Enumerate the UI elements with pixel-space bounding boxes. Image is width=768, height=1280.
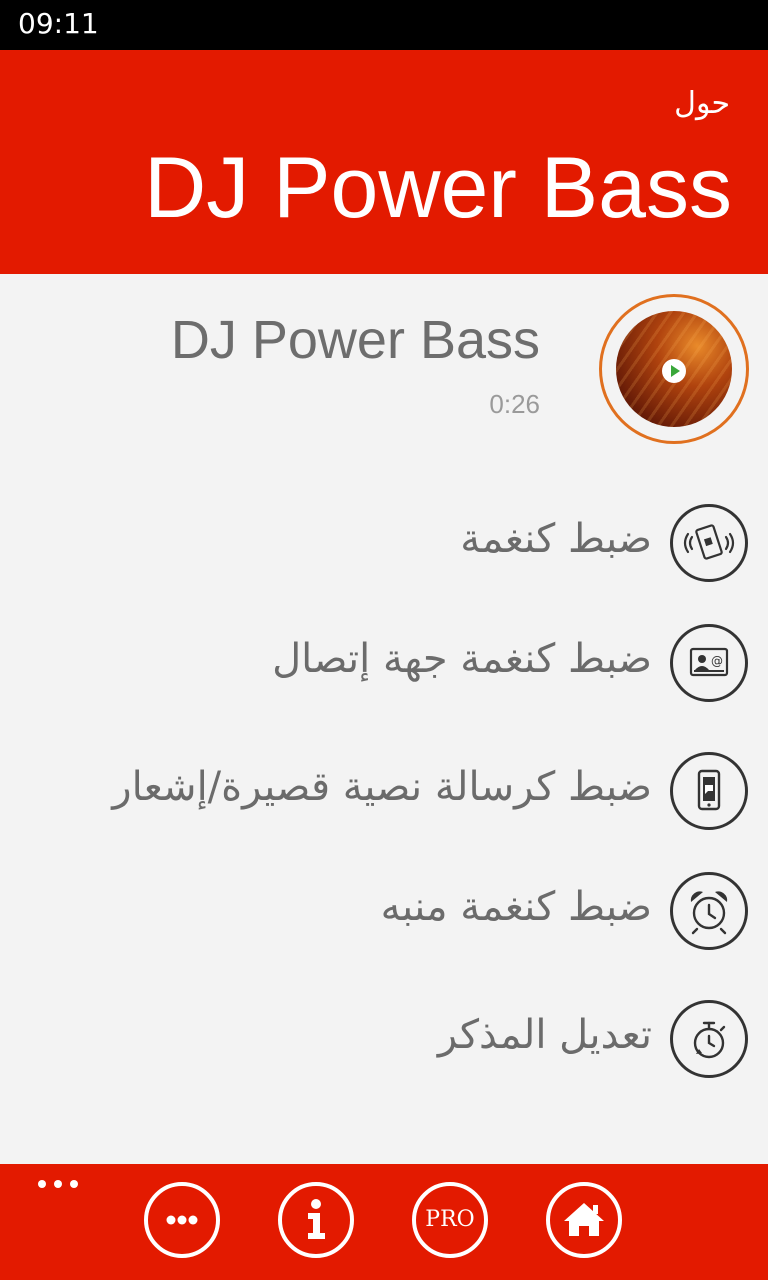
phone-message-icon [670, 752, 748, 830]
contact-card-icon: @ [670, 624, 748, 702]
home-icon [564, 1203, 604, 1236]
alarm-clock-icon [670, 872, 748, 950]
menu-item-contact-ringtone[interactable]: ضبط كنغمة جهة إتصال @ [0, 624, 768, 720]
page-title: DJ Power Bass [144, 140, 732, 236]
menu-item-sms-notification[interactable]: ضبط كرسالة نصية قصيرة/إشعار [0, 752, 768, 848]
menu-item-label: تعديل المذكر [437, 1012, 652, 1058]
menu-item-label: ضبط كنغمة منبه [380, 884, 652, 930]
pro-button[interactable]: PRO [412, 1182, 488, 1258]
status-bar: 09:11 [0, 0, 768, 50]
info-icon [308, 1199, 325, 1239]
more-icon [166, 1215, 198, 1225]
vibrating-phone-icon [670, 504, 748, 582]
more-button[interactable] [144, 1182, 220, 1258]
menu-item-label: ضبط كرسالة نصية قصيرة/إشعار [112, 764, 652, 810]
play-icon[interactable] [662, 359, 686, 383]
stopwatch-icon [670, 1000, 748, 1078]
info-button[interactable] [278, 1182, 354, 1258]
track-title: DJ Power Bass [170, 310, 540, 370]
svg-text:@: @ [711, 654, 723, 668]
menu-item-label: ضبط كنغمة جهة إتصال [272, 636, 652, 682]
pro-label: PRO [425, 1207, 475, 1232]
status-time: 09:11 [18, 7, 99, 40]
app-bar: PRO [0, 1164, 768, 1280]
album-art-button[interactable] [599, 294, 749, 444]
page-subtitle: حول [674, 86, 730, 121]
home-button[interactable] [546, 1182, 622, 1258]
track-duration: 0:26 [489, 389, 540, 419]
menu-item-alarm-tone[interactable]: ضبط كنغمة منبه [0, 872, 768, 968]
menu-item-set-ringtone[interactable]: ضبط كنغمة [0, 504, 768, 600]
menu-item-label: ضبط كنغمة [460, 516, 652, 562]
menu-item-edit-reminder[interactable]: تعديل المذكر [0, 1000, 768, 1096]
app-bar-ellipsis[interactable] [36, 1176, 80, 1192]
page-header: حول DJ Power Bass [0, 50, 768, 274]
